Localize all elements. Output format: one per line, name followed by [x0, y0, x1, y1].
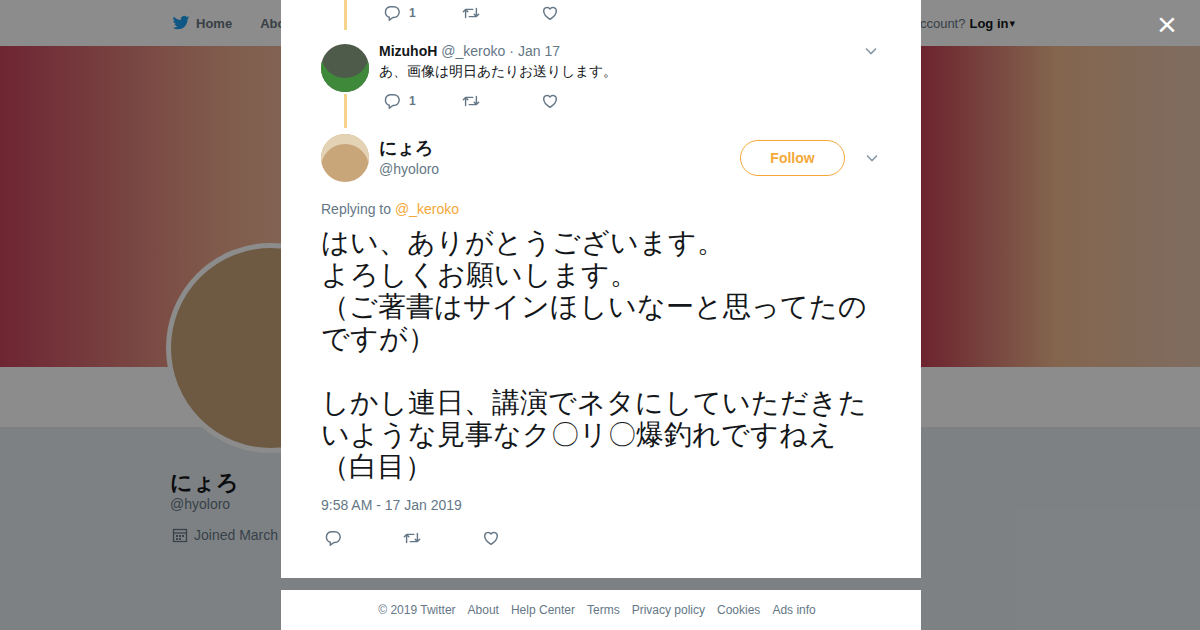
footer-link[interactable]: © 2019 Twitter: [378, 603, 455, 617]
reply-icon: [383, 92, 401, 110]
chevron-down-icon[interactable]: [865, 151, 879, 165]
reply-button[interactable]: [321, 529, 400, 547]
footer-link[interactable]: Help Center: [511, 603, 575, 617]
footer: © 2019 Twitter About Help Center Terms Priva…: [281, 590, 921, 630]
retweet-icon: [462, 92, 480, 110]
footer-link[interactable]: Ads info: [772, 603, 815, 617]
main-tweet-header: にょろ@hyoloroFollow: [321, 134, 880, 182]
retweet-button[interactable]: [458, 92, 537, 110]
tweet-header: MizuhoH@_keroko·Jan 17: [379, 42, 880, 60]
reply-count: 1: [409, 6, 416, 20]
heart-icon: [482, 529, 500, 547]
user-handle[interactable]: @hyoloro: [379, 159, 740, 179]
footer-link[interactable]: Cookies: [717, 603, 760, 617]
footer-link[interactable]: About: [468, 603, 499, 617]
chevron-down-icon[interactable]: [864, 44, 878, 58]
user-avatar[interactable]: [321, 44, 369, 92]
main-tweet: にょろ@hyoloroFollow Replying to@_keroko はい、あ…: [321, 128, 880, 548]
replying-to: Replying to@_keroko: [321, 200, 880, 218]
tweet-modal: 1MizuhoH@_keroko·Jan 17あ、画像は明日あたりお送りします。…: [281, 0, 921, 578]
retweet-button[interactable]: [458, 4, 537, 22]
heart-icon: [541, 4, 559, 22]
tweet-text: はい、ありがとうございます。 よろしくお願いします。 （ご著書はサインほしいなー…: [321, 227, 873, 483]
retweet-icon: [462, 4, 480, 22]
close-button[interactable]: ×: [1152, 6, 1182, 42]
like-button[interactable]: [537, 92, 616, 110]
footer-link[interactable]: Privacy policy: [632, 603, 705, 617]
user-handle[interactable]: @_keroko: [441, 43, 505, 59]
retweet-button[interactable]: [400, 529, 479, 547]
separator: ·: [509, 43, 514, 59]
tweet-actions: 1: [379, 91, 880, 111]
tweet-actions: [321, 528, 880, 548]
tweet-date[interactable]: Jan 17: [518, 43, 560, 59]
tweet-actions: 1: [379, 3, 880, 23]
tweet-text: あ、画像は明日あたりお送りします。: [379, 61, 880, 81]
user-name[interactable]: にょろ: [379, 137, 740, 159]
reply-button[interactable]: 1: [379, 4, 458, 22]
like-button[interactable]: [479, 529, 558, 547]
heart-icon: [541, 92, 559, 110]
tweet-timestamp[interactable]: 9:58 AM - 17 Jan 2019: [321, 496, 880, 514]
user-name[interactable]: MizuhoH: [379, 43, 437, 59]
reply-button[interactable]: 1: [379, 92, 458, 110]
like-button[interactable]: [537, 4, 616, 22]
replying-to-link[interactable]: @_keroko: [395, 201, 459, 217]
reply-icon: [383, 4, 401, 22]
previous-tweet: 1: [321, 0, 880, 30]
reply-count: 1: [409, 94, 416, 108]
user-avatar[interactable]: [321, 134, 369, 182]
thread-tweet: MizuhoH@_keroko·Jan 17あ、画像は明日あたりお送りします。1: [321, 30, 880, 128]
reply-icon: [324, 529, 342, 547]
footer-link[interactable]: Terms: [587, 603, 620, 617]
thread-line: [344, 0, 347, 30]
thread-line: [344, 94, 347, 128]
follow-button[interactable]: Follow: [740, 140, 845, 176]
screen: HomeAboccount?Log in▾にょろ@hyoloroJoined M…: [0, 0, 1200, 630]
retweet-icon: [403, 529, 421, 547]
